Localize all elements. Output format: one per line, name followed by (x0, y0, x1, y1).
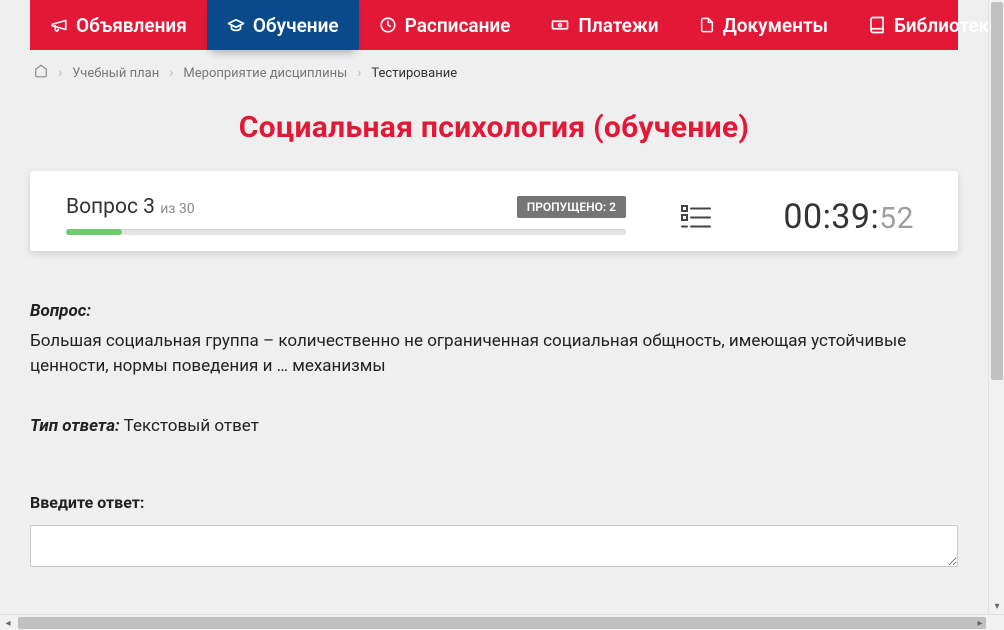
book-icon (868, 16, 886, 34)
breadcrumb-link[interactable]: Мероприятие дисциплины (183, 66, 347, 81)
answer-input-label: Введите ответ: (30, 491, 958, 515)
chevron-right-icon: › (169, 65, 173, 81)
graduation-cap-icon (227, 16, 245, 34)
nav-label: Объявления (76, 14, 187, 37)
answer-type-label: Тип ответа: (30, 416, 120, 436)
nav-label: Документы (723, 14, 828, 37)
nav-payments[interactable]: Платежи (530, 0, 678, 50)
nav-label: Платежи (578, 14, 658, 37)
nav-announcements[interactable]: Объявления (30, 0, 207, 50)
answer-type-value: Текстовый ответ (124, 416, 259, 436)
timer: 00:39:52 (766, 195, 922, 237)
question-total: 30 (179, 201, 195, 217)
scroll-left-icon[interactable]: ◂ (0, 615, 16, 630)
of-word: из (160, 201, 175, 217)
nav-label: Библиотека (894, 14, 999, 37)
question-current: 3 (143, 195, 155, 219)
file-icon (699, 16, 715, 34)
skipped-badge: ПРОПУЩЕНО: 2 (517, 196, 626, 218)
question-header: Вопрос 3 из 30 ПРОПУЩЕНО: 2 (66, 195, 626, 219)
nav-label: Обучение (253, 14, 339, 37)
answer-input-row: Введите ответ: (30, 491, 958, 576)
clock-icon (379, 16, 397, 34)
nav-label: Расписание (405, 14, 511, 37)
scroll-right-icon[interactable]: ▸ (972, 615, 988, 630)
question-header-card: Вопрос 3 из 30 ПРОПУЩЕНО: 2 (30, 171, 958, 251)
question-list-button[interactable] (636, 195, 756, 237)
breadcrumb-link[interactable]: Учебный план (72, 66, 159, 81)
main-nav: Объявления Обучение Расписание Платежи (30, 0, 958, 50)
progress-fill (66, 229, 122, 235)
question-block: Вопрос: Большая социальная группа – коли… (30, 299, 958, 576)
viewport: Объявления Обучение Расписание Платежи (0, 0, 1004, 630)
chevron-right-icon: › (58, 65, 62, 81)
vertical-scrollbar[interactable]: ▴ ▾ (988, 0, 1004, 630)
nav-library[interactable]: Библиотека (848, 0, 1004, 50)
scroll-down-icon[interactable]: ▾ (989, 598, 1004, 614)
nav-education[interactable]: Обучение (207, 0, 359, 50)
question-progress-col: Вопрос 3 из 30 ПРОПУЩЕНО: 2 (66, 195, 626, 235)
question-word: Вопрос (66, 195, 138, 219)
answer-input[interactable] (30, 525, 958, 567)
question-counter: Вопрос 3 из 30 (66, 195, 195, 219)
megaphone-icon (50, 16, 68, 34)
content: Объявления Обучение Расписание Платежи (0, 0, 988, 630)
page-title: Социальная психология (обучение) (0, 110, 988, 145)
scrollbar-thumb[interactable] (991, 2, 1003, 380)
progress-bar (66, 229, 626, 235)
chevron-right-icon: › (357, 65, 361, 81)
nav-schedule[interactable]: Расписание (359, 0, 531, 50)
scrollbar-thumb[interactable] (18, 617, 986, 629)
banknote-icon (550, 16, 570, 34)
question-text: Большая социальная группа – количественн… (30, 329, 958, 380)
home-icon[interactable] (34, 64, 48, 82)
question-label: Вопрос: (30, 301, 91, 321)
answer-type-row: Тип ответа: Текстовый ответ (30, 414, 958, 440)
timer-main: 00:39: (783, 197, 879, 237)
breadcrumb: › Учебный план › Мероприятие дисциплины … (0, 50, 988, 92)
horizontal-scrollbar[interactable]: ◂ ▸ (0, 614, 1004, 630)
breadcrumb-current: Тестирование (371, 66, 457, 81)
timer-seconds: 52 (879, 201, 914, 236)
nav-documents[interactable]: Документы (679, 0, 848, 50)
